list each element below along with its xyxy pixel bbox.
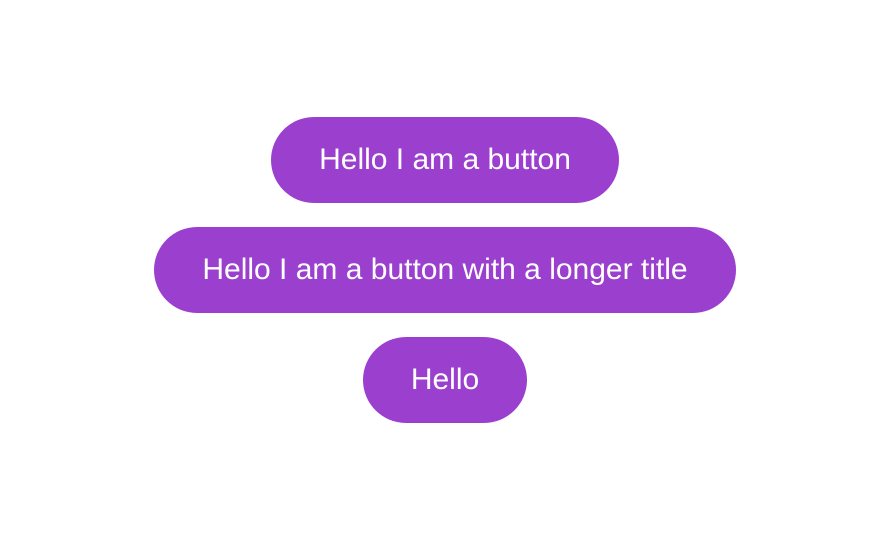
button-3[interactable]: Hello bbox=[363, 337, 527, 423]
button-2[interactable]: Hello I am a button with a longer title bbox=[154, 227, 735, 313]
button-1[interactable]: Hello I am a button bbox=[271, 117, 619, 203]
